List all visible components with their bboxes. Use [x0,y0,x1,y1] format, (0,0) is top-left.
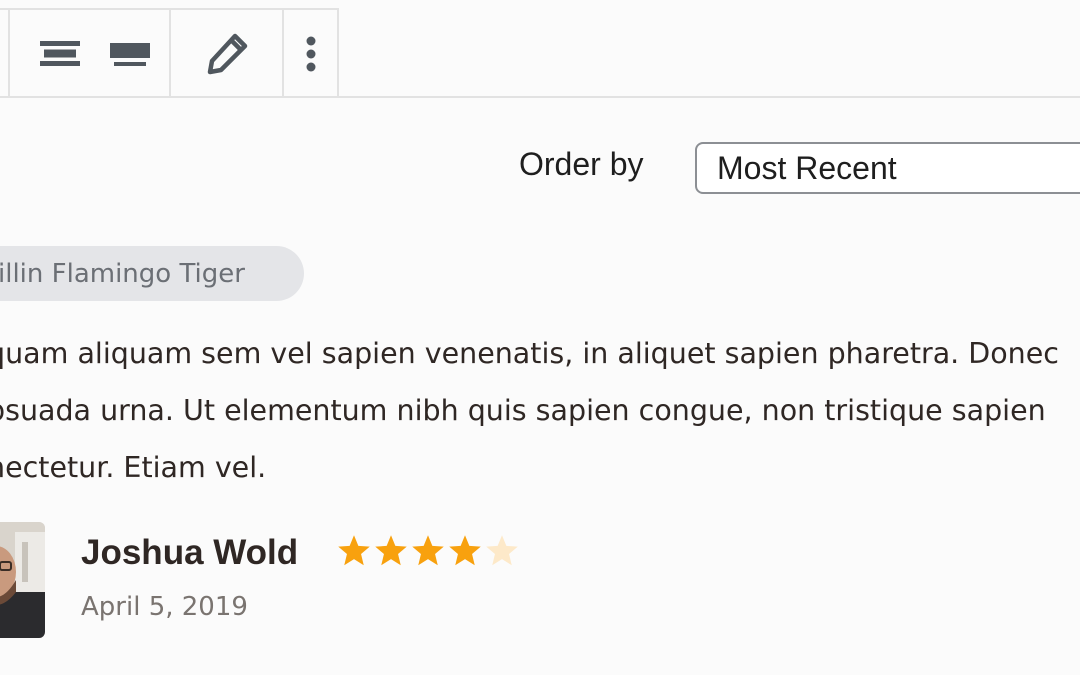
edit-button[interactable] [203,30,251,78]
star-icon-filled [449,535,481,566]
review-text-line: quam aliquam sem vel sapien venenatis, i… [0,337,1059,370]
author-name: Joshua Wold [81,533,299,572]
align-center-button[interactable] [38,34,82,74]
align-wide-icon [109,42,150,66]
vertical-ellipsis-icon [306,36,316,71]
star-rating [336,533,520,569]
toolbar-group-edge [0,10,10,97]
review-text-line: psuada urna. Ut elementum nibh quis sapi… [0,394,1046,427]
block-toolbar [0,8,339,97]
order-by-selected-value: Most Recent [717,149,897,186]
order-by-label: Order by [519,146,644,182]
review-text: quam aliquam sem vel sapien venenatis, i… [0,325,1080,496]
toolbar-group-alignment [10,10,171,97]
toolbar-group-more [284,10,337,97]
review-text-line: nectetur. Etiam vel. [0,451,267,484]
review-tag-label: illin Flamingo Tiger [0,258,245,289]
review-date: April 5, 2019 [81,592,248,622]
star-icon-empty [486,535,518,566]
order-by-select[interactable]: Most Recent [695,142,1080,194]
pencil-icon [207,33,247,74]
toolbar-group-edit [171,10,285,97]
review-tag-pill: illin Flamingo Tiger [0,246,304,301]
star-icon-filled [338,535,370,566]
author-avatar [0,522,45,638]
align-center-icon [39,40,80,66]
more-options-button[interactable] [299,30,323,78]
star-icon-filled [375,535,407,566]
star-icon-filled [412,535,444,566]
toolbar-divider [0,96,1080,98]
align-wide-button[interactable] [108,34,152,74]
avatar-photo [0,522,45,638]
